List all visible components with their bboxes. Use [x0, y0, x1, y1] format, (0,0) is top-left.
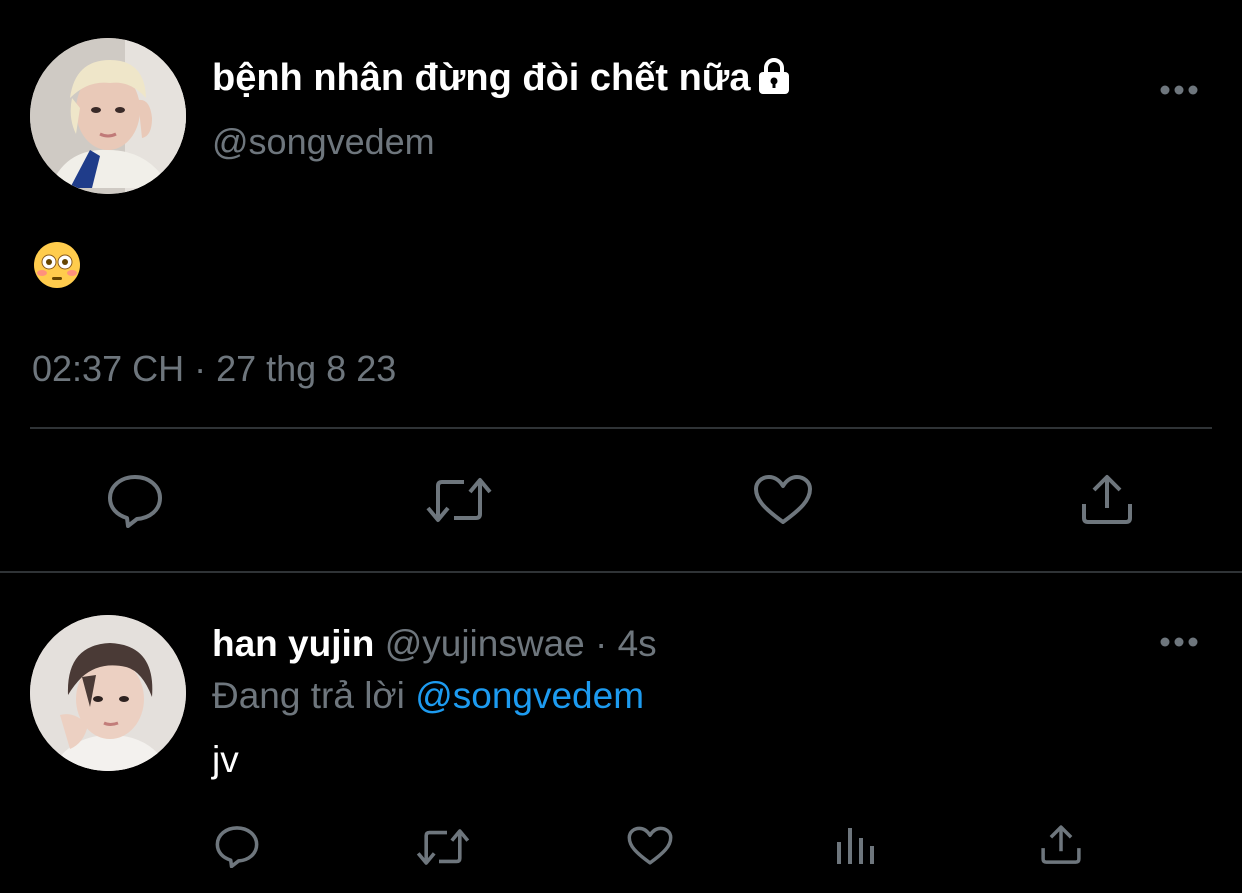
avatar-photo	[30, 615, 186, 771]
section-divider	[0, 571, 1242, 573]
analytics-icon[interactable]	[836, 826, 876, 866]
reply-icon[interactable]	[214, 824, 260, 868]
reply-author-handle[interactable]: @yujinswae	[385, 623, 585, 664]
author-handle[interactable]: @songvedem	[212, 120, 435, 164]
share-icon[interactable]	[1040, 824, 1082, 866]
reply-header: han yujin @yujinswae · 4s	[212, 622, 657, 666]
lock-icon	[759, 58, 790, 94]
more-options-icon[interactable]	[1159, 636, 1199, 648]
reply-author-avatar[interactable]	[30, 615, 186, 771]
replying-to-mention[interactable]: @songvedem	[415, 675, 644, 716]
reply-author-name[interactable]: han yujin	[212, 623, 374, 664]
like-icon[interactable]	[627, 826, 673, 866]
replying-prefix: Đang trả lời	[212, 675, 416, 716]
retweet-icon[interactable]	[415, 826, 471, 868]
reply-icon[interactable]	[106, 472, 164, 528]
author-name-text: bệnh nhân đừng đòi chết nữa	[212, 57, 751, 99]
reply-time-ago[interactable]: 4s	[618, 623, 657, 664]
retweet-icon[interactable]	[424, 474, 494, 526]
replying-to-line: Đang trả lời @songvedem	[212, 674, 644, 718]
like-icon[interactable]	[753, 474, 813, 526]
more-options-icon[interactable]	[1159, 84, 1199, 96]
author-display-name[interactable]: bệnh nhân đừng đòi chết nữa	[212, 56, 792, 100]
share-icon[interactable]	[1080, 474, 1134, 526]
flushed-face-emoji	[34, 242, 80, 288]
meta-separator: ·	[584, 623, 618, 664]
reply-text: jv	[212, 739, 239, 780]
tweet-timestamp[interactable]: 02:37 CH · 27 thg 8 23	[32, 347, 396, 391]
author-avatar[interactable]	[30, 38, 186, 194]
divider	[30, 427, 1212, 429]
avatar-photo	[30, 38, 186, 194]
tweet-thread-screen: bệnh nhân đừng đòi chết nữa @songvedem 0…	[0, 0, 1242, 893]
